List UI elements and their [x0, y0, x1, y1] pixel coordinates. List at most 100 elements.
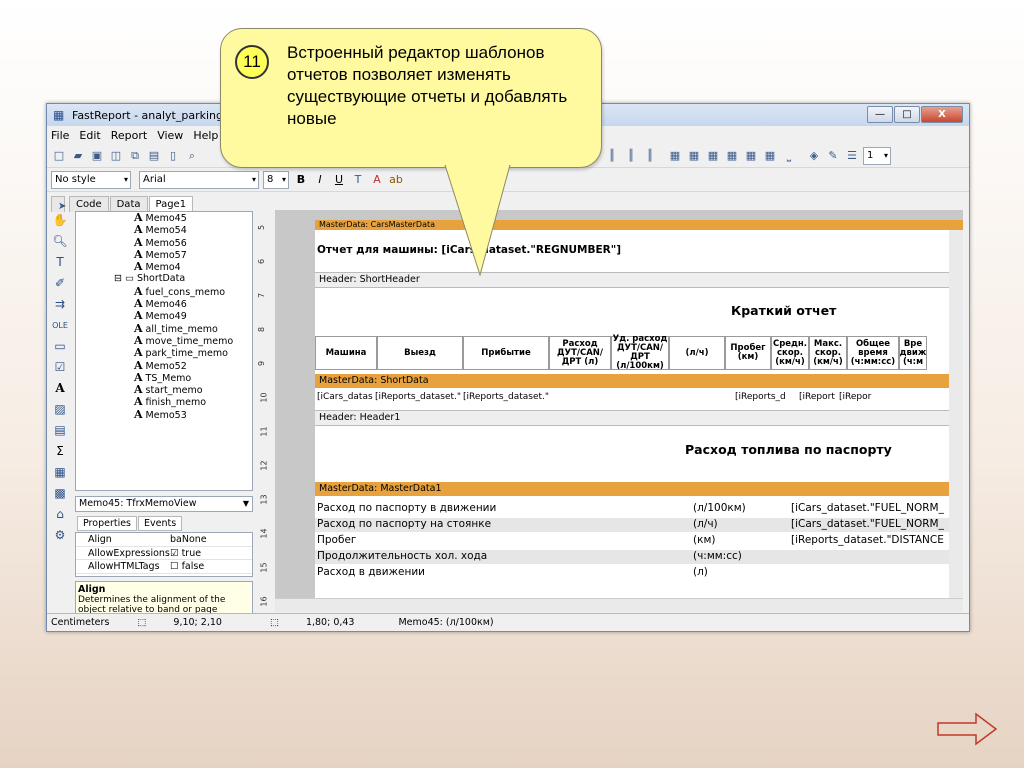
passport-unit[interactable]: (л) — [693, 566, 708, 578]
passport-unit[interactable]: (л/ч) — [693, 518, 718, 530]
tree-memo-node[interactable]: Afinish_memo — [76, 396, 252, 409]
short-report-title[interactable]: Краткий отчет — [731, 303, 836, 318]
copy-icon[interactable]: ⧉ — [127, 148, 143, 164]
tab-properties[interactable]: Properties — [77, 516, 138, 531]
barcode-icon-1[interactable]: ║ — [604, 148, 620, 164]
column-header-cell[interactable]: (л/ч) — [669, 336, 725, 370]
paste-icon[interactable]: ▤ — [146, 148, 162, 164]
band-master1[interactable]: MasterData: MasterData1 — [315, 482, 963, 496]
frame-color-icon[interactable]: ✎ — [825, 148, 841, 164]
open-folder-icon[interactable]: ▰ — [70, 148, 86, 164]
menu-view[interactable]: View — [157, 129, 183, 142]
next-arrow-icon[interactable] — [936, 712, 998, 746]
column-header-cell[interactable]: Макс. скор. (км/ч) — [809, 336, 847, 370]
barcode-object-icon[interactable]: ⌂ — [49, 504, 71, 525]
tree-memo-node[interactable]: A Memo49 — [76, 310, 252, 323]
fill-color-icon[interactable]: ◈ — [806, 148, 822, 164]
property-row[interactable]: Align baNone — [76, 533, 252, 547]
short-data-field[interactable]: [iReport — [799, 392, 835, 402]
menu-help[interactable]: Help — [193, 129, 218, 142]
object-inspector-combo[interactable]: Memo45: TfrxMemoView ▼ — [75, 496, 253, 512]
sum-icon[interactable]: Σ — [49, 441, 71, 462]
passport-unit[interactable]: (л/100км) — [693, 502, 746, 514]
frame-left-icon[interactable]: ▦ — [743, 148, 759, 164]
menu-report[interactable]: Report — [111, 129, 147, 142]
text-object-icon[interactable]: A — [49, 378, 71, 399]
column-header-cell[interactable]: Уд. расход ДУТ/CAN/ДРТ (л/100км) — [611, 335, 669, 371]
style-combo[interactable]: No style ▾ — [51, 170, 131, 189]
tab-events[interactable]: Events — [138, 516, 183, 531]
short-data-field[interactable]: [iCars_datas — [317, 392, 373, 402]
tree-memo-node[interactable]: A Memo46 — [76, 297, 252, 310]
subreport-icon[interactable]: ▤ — [49, 420, 71, 441]
passport-unit[interactable]: (км) — [693, 534, 715, 546]
more-objects-icon[interactable]: ⚙ — [49, 525, 71, 546]
passport-label[interactable]: Расход по паспорту в движении — [317, 502, 496, 514]
close-button[interactable]: X — [921, 106, 963, 123]
minimize-button[interactable]: — — [867, 106, 893, 123]
tree-memo-node[interactable]: A TS_Memo — [76, 371, 252, 384]
passport-label[interactable]: Расход по паспорту на стоянке — [317, 518, 491, 530]
short-data-field[interactable]: [iReports_d — [735, 392, 786, 402]
cross-tab-icon[interactable]: ▦ — [49, 462, 71, 483]
chart-object-icon[interactable]: ▩ — [49, 483, 71, 504]
column-header-cell[interactable]: Машина — [315, 336, 377, 370]
frame-right-icon[interactable]: ▦ — [762, 148, 778, 164]
save-icon[interactable]: ▣ — [89, 148, 105, 164]
frame-outer-icon[interactable]: ▦ — [705, 148, 721, 164]
barcode-icon-3[interactable]: ║ — [642, 148, 658, 164]
menu-file[interactable]: File — [51, 129, 69, 142]
picture-object-icon[interactable]: ▨ — [49, 399, 71, 420]
frame-none-icon[interactable]: ▦ — [724, 148, 740, 164]
column-header-cell[interactable]: Вре движ (ч:м — [899, 336, 927, 370]
tab-code[interactable]: Code — [69, 196, 109, 212]
passport-label[interactable]: Пробег — [317, 534, 356, 546]
frame-style-icon[interactable]: ☰ — [844, 148, 860, 164]
short-data-field[interactable]: [iReports_dataset." — [463, 392, 549, 402]
tree-memo-node[interactable]: A Memo52 — [76, 359, 252, 372]
band-insert-icon[interactable]: ⇉ — [49, 294, 71, 315]
short-data-field[interactable]: [iReports_dataset." — [375, 392, 461, 402]
text-tool-icon[interactable]: T — [49, 252, 71, 273]
column-header-cell[interactable]: Выезд — [377, 336, 463, 370]
menu-edit[interactable]: Edit — [79, 129, 100, 142]
barcode-icon-2[interactable]: ║ — [623, 148, 639, 164]
tab-data[interactable]: Data — [109, 196, 148, 212]
passport-unit[interactable]: (ч:мм:сс) — [693, 550, 742, 562]
passport-title[interactable]: Расход топлива по паспорту — [685, 442, 892, 457]
vertical-scrollbar[interactable] — [949, 230, 963, 598]
band-header1[interactable]: Header: Header1 — [315, 410, 963, 426]
tree-memo-node[interactable]: Astart_memo — [76, 384, 252, 397]
tree-memo-node[interactable]: Apark_time_memo — [76, 347, 252, 360]
passport-field[interactable]: [iCars_dataset."FUEL_NORM_ — [791, 502, 944, 514]
passport-label[interactable]: Расход в движении — [317, 566, 425, 578]
frame-inner-icon[interactable]: ▦ — [686, 148, 702, 164]
tree-memo-node[interactable]: A Memo53 — [76, 408, 252, 421]
checkbox-object-icon[interactable]: ☑ — [49, 357, 71, 378]
passport-field[interactable]: [iReports_dataset."DISTANCE — [791, 534, 944, 546]
horizontal-scrollbar[interactable] — [275, 598, 963, 612]
passport-field[interactable]: [iCars_dataset."FUEL_NORM_ — [791, 518, 944, 530]
column-header-cell[interactable]: Средн. скор. (км/ч) — [771, 336, 809, 370]
maximize-button[interactable]: □ — [894, 106, 920, 123]
column-header-cell[interactable]: Прибытие — [463, 336, 549, 370]
frame-bottom-icon[interactable]: ⎵ — [781, 148, 797, 164]
zoom-tool-icon[interactable]: 🔍︎ — [49, 231, 71, 252]
property-row[interactable]: AllowExpressions ☑ true — [76, 547, 252, 560]
checkbox-unchecked-icon[interactable]: ☐ — [170, 561, 179, 572]
tree-memo-node[interactable]: Afuel_cons_memo — [76, 285, 252, 298]
find-icon[interactable]: ⌕ — [184, 148, 200, 164]
tree-memo-node[interactable]: Aall_time_memo — [76, 322, 252, 335]
frame-all-icon[interactable]: ▦ — [667, 148, 683, 164]
column-header-cell[interactable]: Расход ДУТ/CAN/ДРТ (л) — [549, 336, 611, 370]
page-icon[interactable]: ▯ — [165, 148, 181, 164]
property-row[interactable]: AllowHTMLTags ☐ false — [76, 560, 252, 574]
preview-icon[interactable]: ◫ — [108, 148, 124, 164]
tree-memo-node[interactable]: Amove_time_memo — [76, 334, 252, 347]
format-copy-icon[interactable]: ✐ — [49, 273, 71, 294]
new-file-icon[interactable]: □ — [51, 148, 67, 164]
short-data-field[interactable]: [iRepor — [839, 392, 871, 402]
shape-icon[interactable]: ▭ — [49, 336, 71, 357]
checkbox-checked-icon[interactable]: ☑ — [170, 548, 179, 559]
frame-width-combo[interactable]: 1 ▾ — [863, 146, 891, 165]
